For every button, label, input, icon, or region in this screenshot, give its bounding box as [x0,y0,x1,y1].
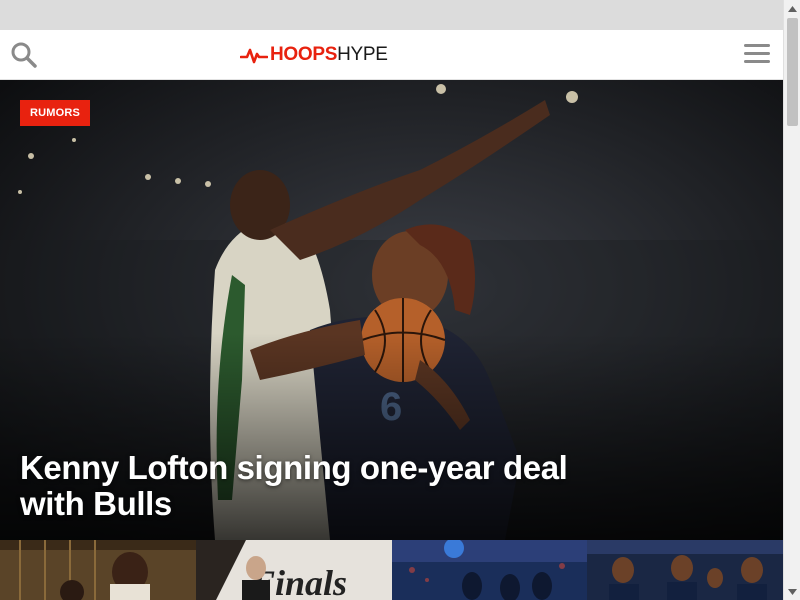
logo-text-light: HYPE [337,44,388,65]
photo-thumbnail: Finals [195,540,392,600]
photo-thumbnail [391,540,588,600]
search-icon [11,42,37,68]
site-logo[interactable]: HOOPS HYPE [240,43,388,67]
hero-story[interactable]: 6 RUMORS Kenny Lofton signing one-year d… [0,80,783,540]
menu-button[interactable] [744,44,771,66]
site-header: HOOPS HYPE [0,30,783,80]
photo-thumbnail [587,540,783,600]
scroll-down-button[interactable] [784,583,800,600]
story-thumbnail-2[interactable]: Finals [195,540,392,600]
story-thumbnail-1[interactable] [0,540,196,600]
top-strip [0,0,783,30]
logo-text-bold: HOOPS [270,44,338,65]
heartbeat-logo-icon [240,48,268,64]
scrollbar-thumb[interactable] [787,18,798,126]
hero-headline[interactable]: Kenny Lofton signing one-year deal with … [20,450,580,522]
page-viewport: HOOPS HYPE RUMORS Kenny Lofton signing o… [0,0,783,600]
vertical-scrollbar[interactable] [783,0,800,600]
related-stories-strip: Finals [0,540,783,600]
story-thumbnail-3[interactable] [391,540,588,600]
chevron-up-icon [788,5,797,12]
category-tag[interactable]: RUMORS [20,100,91,126]
scroll-up-button[interactable] [784,0,800,17]
photo-thumbnail [0,540,196,600]
hamburger-menu-icon [744,44,771,63]
chevron-down-icon [788,588,797,595]
story-thumbnail-4[interactable] [587,540,783,600]
search-button[interactable] [10,41,40,69]
